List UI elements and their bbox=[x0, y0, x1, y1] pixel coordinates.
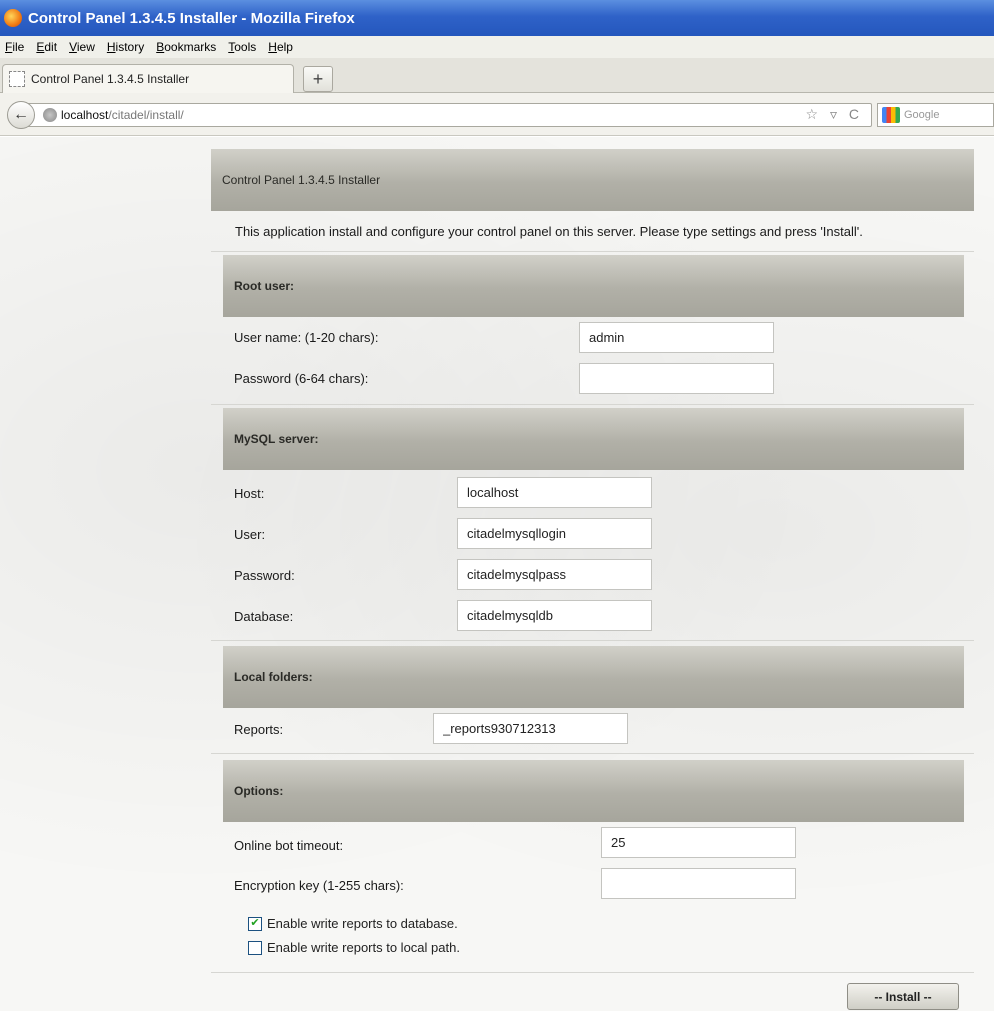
write-db-option[interactable]: ✔ Enable write reports to database. bbox=[248, 916, 458, 931]
page-favicon-icon bbox=[9, 71, 25, 87]
window-titlebar: Control Panel 1.3.4.5 Installer - Mozill… bbox=[0, 0, 994, 36]
bookmark-star-and-reload-icons[interactable]: ☆ ▿ C bbox=[806, 106, 863, 123]
tab-strip: Control Panel 1.3.4.5 Installer + bbox=[0, 58, 994, 93]
menu-edit[interactable]: Edit bbox=[36, 40, 57, 54]
divider bbox=[211, 640, 974, 641]
reports-folder-input[interactable] bbox=[433, 713, 628, 744]
divider bbox=[211, 404, 974, 405]
plus-icon: + bbox=[312, 68, 324, 89]
installer-title: Control Panel 1.3.4.5 Installer bbox=[222, 173, 381, 187]
local-folders-title: Local folders: bbox=[234, 670, 313, 684]
menu-view[interactable]: View bbox=[69, 40, 95, 54]
mysql-title: MySQL server: bbox=[234, 432, 319, 446]
write-db-checkbox[interactable]: ✔ bbox=[248, 916, 262, 931]
menu-tools[interactable]: Tools bbox=[228, 40, 256, 54]
menu-bookmarks[interactable]: Bookmarks bbox=[156, 40, 216, 54]
root-user-section-header: Root user: bbox=[223, 255, 964, 317]
window-title: Control Panel 1.3.4.5 Installer - Mozill… bbox=[28, 9, 355, 27]
page-content: Control Panel 1.3.4.5 Installer This app… bbox=[0, 137, 994, 1011]
mysql-password-input[interactable] bbox=[457, 559, 652, 590]
database-label: Database: bbox=[234, 609, 294, 624]
bot-timeout-input[interactable] bbox=[601, 827, 796, 858]
root-username-input[interactable] bbox=[579, 322, 774, 353]
divider bbox=[211, 972, 974, 973]
root-user-title: Root user: bbox=[234, 279, 294, 293]
mysql-section-header: MySQL server: bbox=[223, 408, 964, 470]
tab-title: Control Panel 1.3.4.5 Installer bbox=[31, 72, 190, 86]
mysql-user-label: User: bbox=[234, 527, 266, 542]
encryption-key-label: Encryption key (1-255 chars): bbox=[234, 878, 404, 893]
navigation-bar: localhost/citadel/install/ ☆ ▿ C ← Googl… bbox=[0, 93, 994, 136]
write-local-label: Enable write reports to local path. bbox=[267, 940, 460, 955]
google-engine-icon[interactable] bbox=[882, 107, 900, 123]
url-path: /citadel/install/ bbox=[108, 108, 184, 122]
write-local-option[interactable]: Enable write reports to local path. bbox=[248, 940, 460, 955]
mysql-password-label: Password: bbox=[234, 568, 295, 583]
reports-label: Reports: bbox=[234, 722, 284, 737]
install-button[interactable]: -- Install -- bbox=[847, 983, 959, 1010]
menu-help[interactable]: Help bbox=[268, 40, 293, 54]
local-folders-section-header: Local folders: bbox=[223, 646, 964, 708]
options-section-header: Options: bbox=[223, 760, 964, 822]
divider bbox=[211, 753, 974, 754]
menu-history[interactable]: History bbox=[107, 40, 144, 54]
root-password-input[interactable] bbox=[579, 363, 774, 394]
firefox-logo-icon bbox=[4, 9, 22, 27]
site-identity-icon[interactable] bbox=[43, 108, 57, 122]
encryption-key-input[interactable] bbox=[601, 868, 796, 899]
back-arrow-icon: ← bbox=[13, 106, 29, 123]
username-label: User name: (1-20 chars): bbox=[234, 330, 379, 345]
back-button[interactable]: ← bbox=[7, 101, 35, 129]
search-placeholder: Google bbox=[904, 109, 940, 121]
intro-text: This application install and configure y… bbox=[235, 224, 863, 239]
password-label: Password (6-64 chars): bbox=[234, 371, 369, 386]
url-host: localhost bbox=[61, 108, 109, 122]
options-title: Options: bbox=[234, 784, 284, 798]
mysql-database-input[interactable] bbox=[457, 600, 652, 631]
tab-installer[interactable]: Control Panel 1.3.4.5 Installer bbox=[2, 64, 294, 93]
host-label: Host: bbox=[234, 486, 265, 501]
menu-file[interactable]: File bbox=[5, 40, 24, 54]
installer-header: Control Panel 1.3.4.5 Installer bbox=[211, 149, 974, 211]
write-local-checkbox[interactable] bbox=[248, 940, 262, 955]
bot-timeout-label: Online bot timeout: bbox=[234, 838, 344, 853]
mysql-user-input[interactable] bbox=[457, 518, 652, 549]
menu-bar: File Edit View History Bookmarks Tools H… bbox=[0, 36, 994, 58]
write-db-label: Enable write reports to database. bbox=[267, 916, 458, 931]
divider bbox=[211, 251, 974, 252]
search-box[interactable]: Google bbox=[877, 103, 994, 127]
mysql-host-input[interactable] bbox=[457, 477, 652, 508]
url-bar[interactable]: localhost/citadel/install/ ☆ ▿ C bbox=[22, 103, 872, 127]
new-tab-button[interactable]: + bbox=[303, 66, 333, 92]
